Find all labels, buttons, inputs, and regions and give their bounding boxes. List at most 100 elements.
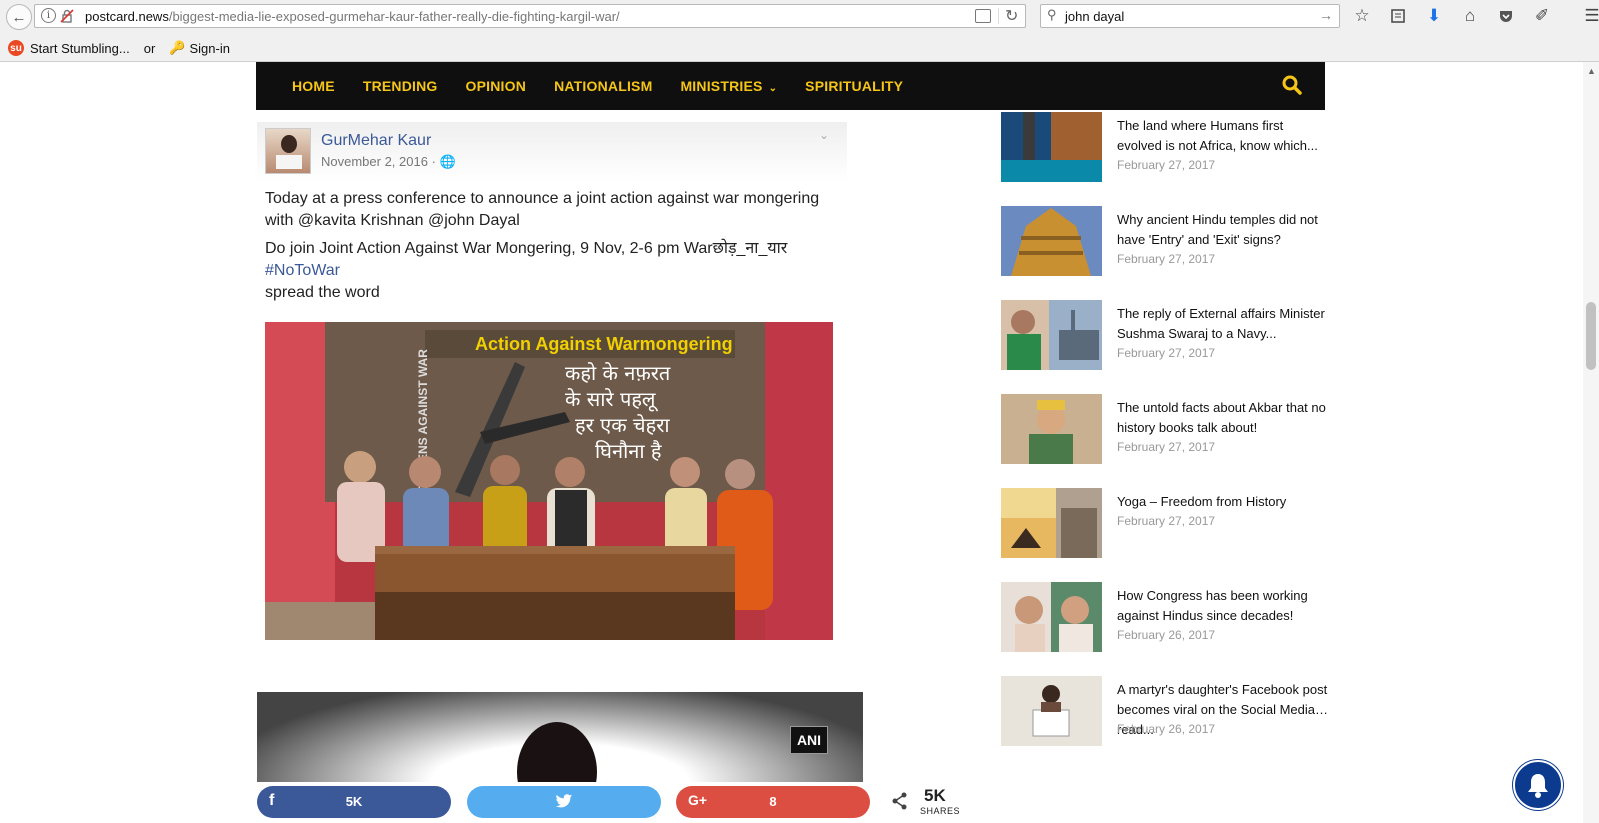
chevron-down-icon: ⌄ [768,83,778,94]
post-thumbnail[interactable] [1001,112,1102,182]
total-shares-label: SHARES [920,806,961,816]
post-date: February 27, 2017 [1117,158,1216,172]
banner-hindi-1: कहो के नफ़रत [565,361,671,385]
reader-view-icon[interactable] [975,9,991,23]
nav-nationalism[interactable]: NATIONALISM [554,78,652,94]
total-shares-count: 5K [924,786,946,805]
site-nav: HOME TRENDING OPINION NATIONALISM MINIST… [256,62,1325,110]
bookmarks-list-icon[interactable] [1386,4,1410,28]
search-icon: ⚲ [1047,7,1057,22]
list-item[interactable]: Why ancient Hindu temples did not have '… [1001,206,1331,278]
related-posts-sidebar: The land where Humans first evolved is n… [1001,108,1331,768]
nav-search-icon[interactable] [1281,74,1303,96]
post-title[interactable]: The land where Humans first evolved is n… [1117,116,1331,156]
reload-icon[interactable]: ↻ [1005,6,1018,26]
post-date: February 27, 2017 [1117,346,1216,360]
download-icon[interactable]: ⬇ [1422,4,1446,28]
sign-in-link[interactable]: Sign-in [189,41,229,56]
post-date: February 27, 2017 [1117,514,1216,528]
total-shares: 5K SHARES [892,786,972,818]
fb-line-3: spread the word [265,284,380,301]
facebook-post-embed: GurMehar Kaur November 2, 2016 · 🌐 ⌄ Tod… [257,122,847,647]
nav-ministries-label: MINISTRIES [680,78,763,94]
url-bar[interactable]: i postcard.news/biggest-media-lie-expose… [34,4,1026,28]
scrollbar-thumb[interactable] [1586,302,1596,370]
ani-badge: ANI [790,726,828,754]
search-bar[interactable]: ⚲ john dayal → [1040,4,1340,28]
page-scrollbar[interactable]: ▲ [1583,62,1599,823]
post-date: February 27, 2017 [1117,440,1216,454]
back-button[interactable]: ← [6,4,32,30]
notification-bell-button[interactable] [1513,760,1563,810]
fb-date-text: November 2, 2016 · [321,154,440,169]
browser-nav-row: ← i postcard.news/biggest-media-lie-expo… [0,0,1599,32]
share-icon [892,792,908,815]
chevron-down-icon[interactable]: ⌄ [819,128,829,142]
post-thumbnail[interactable] [1001,206,1102,276]
search-input[interactable]: john dayal [1065,9,1124,24]
press-conference-photo: Action Against Warmongering कहो के नफ़रत… [265,322,833,640]
banner-hindi-3: हर एक चेहरा [575,413,670,437]
facebook-share-count: 5K [345,794,363,809]
fb-author-name[interactable]: GurMehar Kaur [321,132,431,150]
insecure-lock-icon[interactable] [60,9,74,23]
menu-hamburger-icon[interactable]: ☰ [1580,4,1599,28]
twitter-share-button[interactable] [467,786,661,818]
list-item[interactable]: A martyr's daughter's Facebook post beco… [1001,676,1331,748]
fb-post-text: Today at a press conference to announce … [265,188,840,304]
google-plus-share-button[interactable]: G+ 8 [676,786,870,818]
key-icon: 🔑 [169,40,186,55]
fb-hashtag[interactable]: #NoToWar [265,260,840,282]
share-bar: f 5K G+ 8 5K SHARES [257,786,977,818]
nav-opinion[interactable]: OPINION [466,78,527,94]
list-item[interactable]: The untold facts about Akbar that no his… [1001,394,1331,466]
list-item[interactable]: The reply of External affairs Minister S… [1001,300,1331,372]
avatar[interactable] [265,128,311,174]
post-date: February 26, 2017 [1117,722,1216,736]
post-thumbnail[interactable] [1001,582,1102,652]
post-thumbnail[interactable] [1001,300,1102,370]
post-thumbnail[interactable] [1001,488,1102,558]
video-thumbnail[interactable]: ANI [257,692,863,782]
post-thumbnail[interactable] [1001,676,1102,746]
post-title[interactable]: Yoga – Freedom from History [1117,492,1331,512]
back-arrow-icon: ← [11,8,27,26]
nav-ministries[interactable]: MINISTRIES ⌄ [680,78,777,94]
home-icon[interactable]: ⌂ [1458,4,1482,28]
url-path: /biggest-media-lie-exposed-gurmehar-kaur… [168,9,620,24]
url-domain: postcard.news [85,9,169,24]
pocket-icon[interactable] [1494,4,1518,28]
fb-line-2: Do join Joint Action Against War Mongeri… [265,240,788,257]
list-item[interactable]: The land where Humans first evolved is n… [1001,112,1331,184]
post-thumbnail[interactable] [1001,394,1102,464]
eyedropper-icon[interactable]: ✐ [1530,4,1554,28]
post-title[interactable]: Why ancient Hindu temples did not have '… [1117,210,1331,250]
bookmark-star-icon[interactable]: ☆ [1350,4,1374,28]
avatar-face [281,135,297,153]
post-title[interactable]: The reply of External affairs Minister S… [1117,304,1331,344]
post-title[interactable]: The untold facts about Akbar that no his… [1117,398,1331,438]
banner-title: Action Against Warmongering [475,334,733,354]
list-item[interactable]: How Congress has been working against Hi… [1001,582,1331,654]
fb-post-header: GurMehar Kaur November 2, 2016 · 🌐 ⌄ [257,122,847,182]
stumbleupon-icon: su [8,40,24,56]
url-text[interactable]: postcard.news/biggest-media-lie-exposed-… [85,9,620,24]
list-item[interactable]: Yoga – Freedom from History February 27,… [1001,488,1331,560]
browser-toolbar: ☆ ⬇ ⌂ ✐ ☰ [1350,4,1599,28]
nav-trending[interactable]: TRENDING [363,78,438,94]
globe-icon: 🌐 [439,154,456,169]
bell-icon [1528,774,1548,798]
google-plus-share-count: 8 [769,794,777,809]
info-icon[interactable]: i [41,8,56,23]
scroll-up-arrow-icon[interactable]: ▲ [1587,66,1596,76]
start-stumbling-link[interactable]: Start Stumbling... [30,41,130,56]
url-divider [998,8,999,24]
nav-home[interactable]: HOME [292,78,335,94]
banner-hindi-2: के सारे पहलू [565,387,658,412]
fb-post-date: November 2, 2016 · 🌐 [321,154,456,170]
facebook-share-button[interactable]: f 5K [257,786,451,818]
post-title[interactable]: How Congress has been working against Hi… [1117,586,1331,626]
nav-spirituality[interactable]: SPIRITUALITY [805,78,903,94]
search-go-arrow-icon[interactable]: → [1319,7,1333,23]
post-date: February 27, 2017 [1117,252,1216,266]
